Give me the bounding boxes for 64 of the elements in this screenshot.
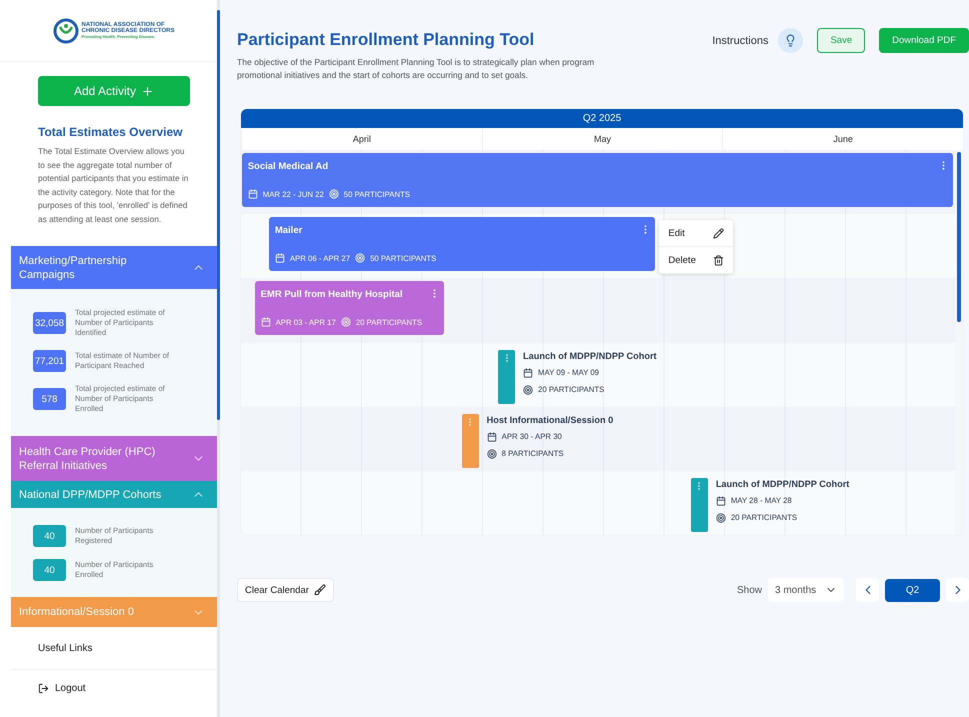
category-header[interactable]: Marketing/Partnership Campaigns [11,246,217,289]
activity-marker[interactable] [498,350,516,404]
page-description: The objective of the Participant Enrollment Planning Tool is to strategically plan when program promotional initiatives and the start of cohorts are occurring and to set goals. [237,56,596,82]
download-button[interactable]: Download PDF [879,28,969,53]
calendar-icon [523,368,534,378]
stat-value: 40 [33,559,66,581]
category-title: Marketing/Partnership Campaigns [19,254,128,282]
logo-icon [52,18,79,44]
brush-icon [314,584,326,596]
pencil-icon [713,228,724,239]
activity-title: Launch of MDPP/NDPP Cohort [716,478,850,489]
clear-calendar-button[interactable]: Clear Calendar [237,578,334,602]
scrollbar-thumb[interactable] [957,152,961,322]
previous-button[interactable] [856,578,879,602]
next-button[interactable] [946,578,969,602]
month-header: April [241,128,482,150]
quarter-header: Q2 2025 [241,109,963,128]
category-title: Health Care Provider (HPC) Referral Initiatives [19,444,156,472]
sidebar-link[interactable]: Useful Links [38,642,92,654]
category-header[interactable]: Informational/Session 0 [11,597,217,627]
range-select[interactable]: 3 months [768,578,844,602]
lightbulb-icon[interactable] [778,28,804,53]
add-activity-button[interactable]: Add Activity [38,76,190,106]
instructions-label: Instructions [712,34,768,46]
period-button[interactable]: Q2 [885,578,940,602]
target-icon [328,189,339,199]
stat-value: 578 [33,388,66,410]
activity-title: Social Medical Ad [248,161,328,172]
category-title: Informational/Session 0 [19,605,134,619]
category-title: National DPP/MDPP Cohorts [19,488,162,502]
month-header: May [482,128,722,150]
activity-marker[interactable] [462,414,479,468]
stat-value: 40 [33,525,66,547]
category-header[interactable]: Health Care Provider (HPC) Referral Initiatives [11,436,217,481]
calendar-icon [274,253,285,264]
logout-icon [38,683,49,694]
overview-title: Total Estimates Overview [38,125,184,139]
stat-value: 32,058 [33,312,66,334]
menu-item[interactable]: Edit [659,220,734,248]
calendar-icon [260,317,271,328]
activity-title: Launch of MDPP/NDPP Cohort [523,350,657,361]
save-button[interactable]: Save [817,28,866,53]
activity-title: EMR Pull from Healthy Hospital [260,289,403,300]
calendar-icon [486,432,497,442]
plus-icon [141,84,154,98]
show-label: Show [736,584,762,596]
target-icon [716,512,726,523]
trash-icon [713,254,724,266]
activity-title: Host Informational/Session 0 [486,414,614,425]
menu-item[interactable]: Delete [659,247,734,274]
target-icon [486,448,497,459]
overview-text: The Total Estimate Overview allows you to see the aggregate total number of potential participants that you estimate in the activity category. Note that for the purposes of this tool, 'enrolled' is defined as attending at least one session. [38,145,190,226]
page-title: Participant Enrollment Planning Tool [237,30,536,50]
target-icon [523,384,534,395]
scrollbar-thumb[interactable] [217,10,220,420]
stat-value: 77,201 [33,350,66,372]
activity-marker[interactable] [690,478,708,532]
logout-link[interactable]: Logout [38,683,86,694]
category-header[interactable]: National DPP/MDPP Cohorts [11,481,217,508]
calendar-icon [248,189,258,199]
activity-title: Mailer [274,225,302,236]
target-icon [340,317,351,328]
target-icon [355,253,366,264]
calendar-icon [716,496,726,506]
